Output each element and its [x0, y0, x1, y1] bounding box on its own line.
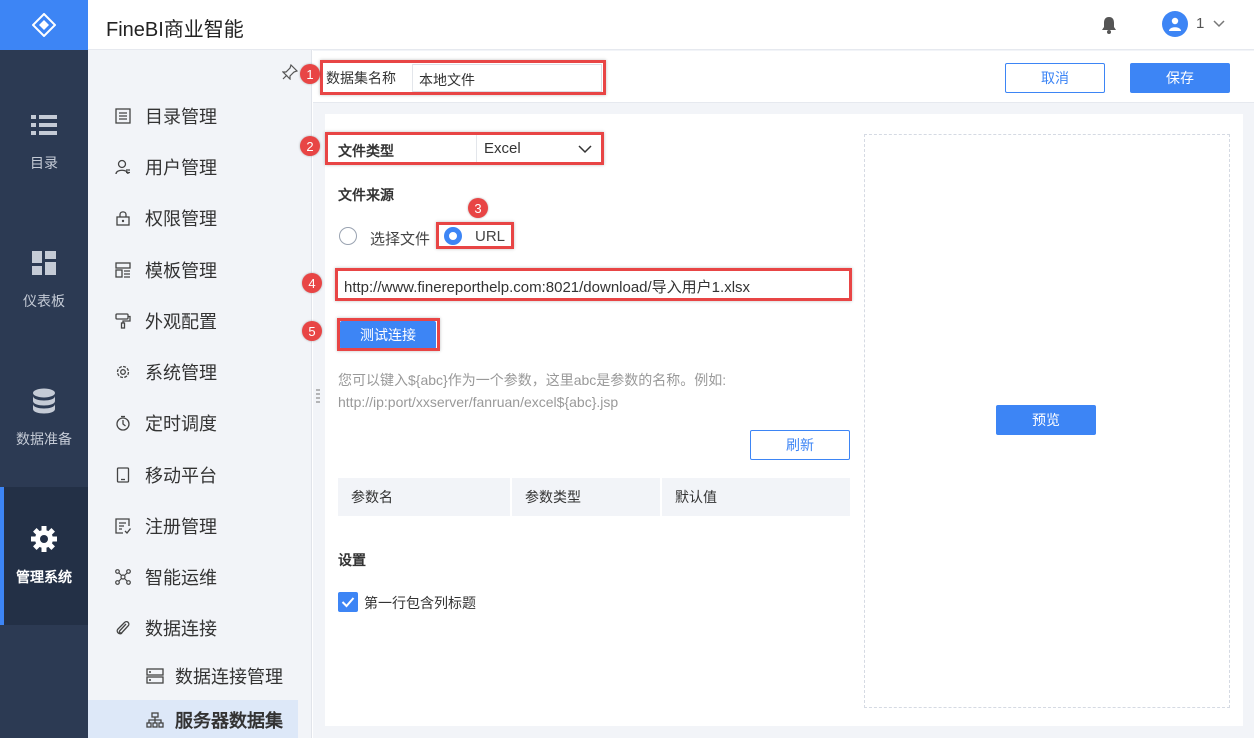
- annotation-box: [325, 132, 604, 165]
- radio-choose-file-label[interactable]: 选择文件: [370, 228, 430, 249]
- user-label[interactable]: 1: [1196, 15, 1204, 32]
- rail-item-data-prep[interactable]: 数据准备: [0, 349, 88, 487]
- dashboard-icon: [30, 249, 58, 277]
- annotation-box: [337, 318, 440, 351]
- register-icon: [114, 517, 132, 535]
- app-title: FineBI商业智能: [106, 19, 244, 41]
- user-avatar-icon[interactable]: [1162, 11, 1188, 37]
- server-icon: [146, 667, 164, 685]
- settings-icon: [114, 363, 132, 381]
- menu-subitem-connection-manage[interactable]: 数据连接管理: [88, 656, 312, 696]
- template-icon: [114, 261, 132, 279]
- annotation-box: [335, 268, 852, 301]
- menu-label: 注册管理: [145, 517, 217, 537]
- hint-line: 您可以键入${abc}作为一个参数，这里abc是参数的名称。例如:: [338, 372, 727, 388]
- lock-icon: [114, 209, 132, 227]
- menu-item-permissions[interactable]: 权限管理: [88, 198, 312, 238]
- rail-label: 目录: [30, 155, 58, 171]
- paint-roller-icon: [114, 312, 132, 330]
- list-icon: [30, 111, 58, 139]
- menu-label: 定时调度: [145, 414, 217, 434]
- database-icon: [30, 387, 58, 415]
- rail-item-dashboard[interactable]: 仪表板: [0, 211, 88, 349]
- param-name-header: 参数名: [338, 478, 512, 516]
- chevron-down-icon[interactable]: [1212, 17, 1226, 31]
- refresh-button[interactable]: 刷新: [750, 430, 850, 460]
- param-table-header: 参数名 参数类型 默认值: [338, 478, 850, 516]
- save-button[interactable]: 保存: [1130, 63, 1230, 93]
- tablet-icon: [114, 466, 132, 484]
- gear-icon: [30, 525, 58, 553]
- annotation-box: [436, 222, 514, 249]
- menu-item-templates[interactable]: 模板管理: [88, 250, 312, 290]
- preview-button[interactable]: 预览: [996, 405, 1096, 435]
- top-header: FineBI商业智能 1: [0, 0, 1254, 50]
- menu-item-users[interactable]: 用户管理: [88, 147, 312, 187]
- menu-item-system[interactable]: 系统管理: [88, 352, 312, 392]
- menu-item-ops[interactable]: 智能运维: [88, 557, 312, 597]
- menu-label: 模板管理: [145, 261, 217, 281]
- catalog-icon: [114, 107, 132, 125]
- menu-label: 服务器数据集: [175, 711, 283, 731]
- param-type-header: 参数类型: [512, 478, 662, 516]
- admin-menu: 目录管理 用户管理 权限管理 模板管理 外观配置 系统管理 定时调度 移动平台 …: [88, 50, 312, 738]
- rail-label: 管理系统: [16, 569, 72, 585]
- menu-label: 目录管理: [145, 107, 217, 127]
- logo-icon[interactable]: [0, 0, 88, 50]
- rail-item-catalog[interactable]: 目录: [0, 73, 88, 211]
- menu-subitem-server-dataset[interactable]: 服务器数据集: [88, 700, 298, 738]
- menu-item-schedule[interactable]: 定时调度: [88, 403, 312, 443]
- menu-label: 外观配置: [145, 312, 217, 332]
- paperclip-icon: [114, 619, 132, 637]
- radio-choose-file[interactable]: [339, 227, 357, 245]
- menu-label: 智能运维: [145, 568, 217, 588]
- param-hint: 您可以键入${abc}作为一个参数，这里abc是参数的名称。例如: http:/…: [338, 369, 726, 413]
- resize-handle-icon[interactable]: [316, 388, 320, 404]
- cancel-button[interactable]: 取消: [1005, 63, 1105, 93]
- settings-label: 设置: [338, 552, 366, 568]
- menu-item-registration[interactable]: 注册管理: [88, 506, 312, 546]
- rail-label: 仪表板: [23, 293, 65, 309]
- hint-line: http://ip:port/xxserver/fanruan/excel${a…: [338, 394, 619, 410]
- network-icon: [114, 568, 132, 586]
- rail-label: 数据准备: [16, 431, 72, 447]
- user-icon: [114, 158, 132, 176]
- menu-label: 数据连接管理: [175, 667, 283, 687]
- rail-item-admin[interactable]: 管理系统: [0, 487, 88, 625]
- menu-label: 系统管理: [145, 363, 217, 383]
- annotation-badge: 1: [300, 64, 320, 84]
- first-row-header-label[interactable]: 第一行包含列标题: [364, 593, 476, 613]
- annotation-box: [320, 60, 606, 95]
- param-default-header: 默认值: [675, 489, 717, 505]
- annotation-badge: 4: [302, 273, 322, 293]
- menu-label: 用户管理: [145, 158, 217, 178]
- menu-label: 权限管理: [145, 209, 217, 229]
- menu-item-appearance[interactable]: 外观配置: [88, 301, 312, 341]
- file-source-label: 文件来源: [338, 187, 394, 203]
- timer-icon: [114, 414, 132, 432]
- menu-label: 数据连接: [145, 619, 217, 639]
- annotation-badge: 5: [302, 321, 322, 341]
- menu-item-data-connection[interactable]: 数据连接: [88, 608, 312, 648]
- pin-icon[interactable]: [281, 63, 299, 81]
- bell-icon[interactable]: [1100, 15, 1118, 35]
- annotation-badge: 2: [300, 136, 320, 156]
- annotation-badge: 3: [468, 198, 488, 218]
- menu-item-mobile[interactable]: 移动平台: [88, 455, 312, 495]
- org-chart-icon: [146, 711, 164, 729]
- first-row-header-checkbox[interactable]: [338, 592, 358, 612]
- menu-item-catalog[interactable]: 目录管理: [88, 96, 312, 136]
- main-nav-rail: 目录 仪表板 数据准备 管理系统: [0, 50, 88, 738]
- menu-label: 移动平台: [145, 466, 217, 486]
